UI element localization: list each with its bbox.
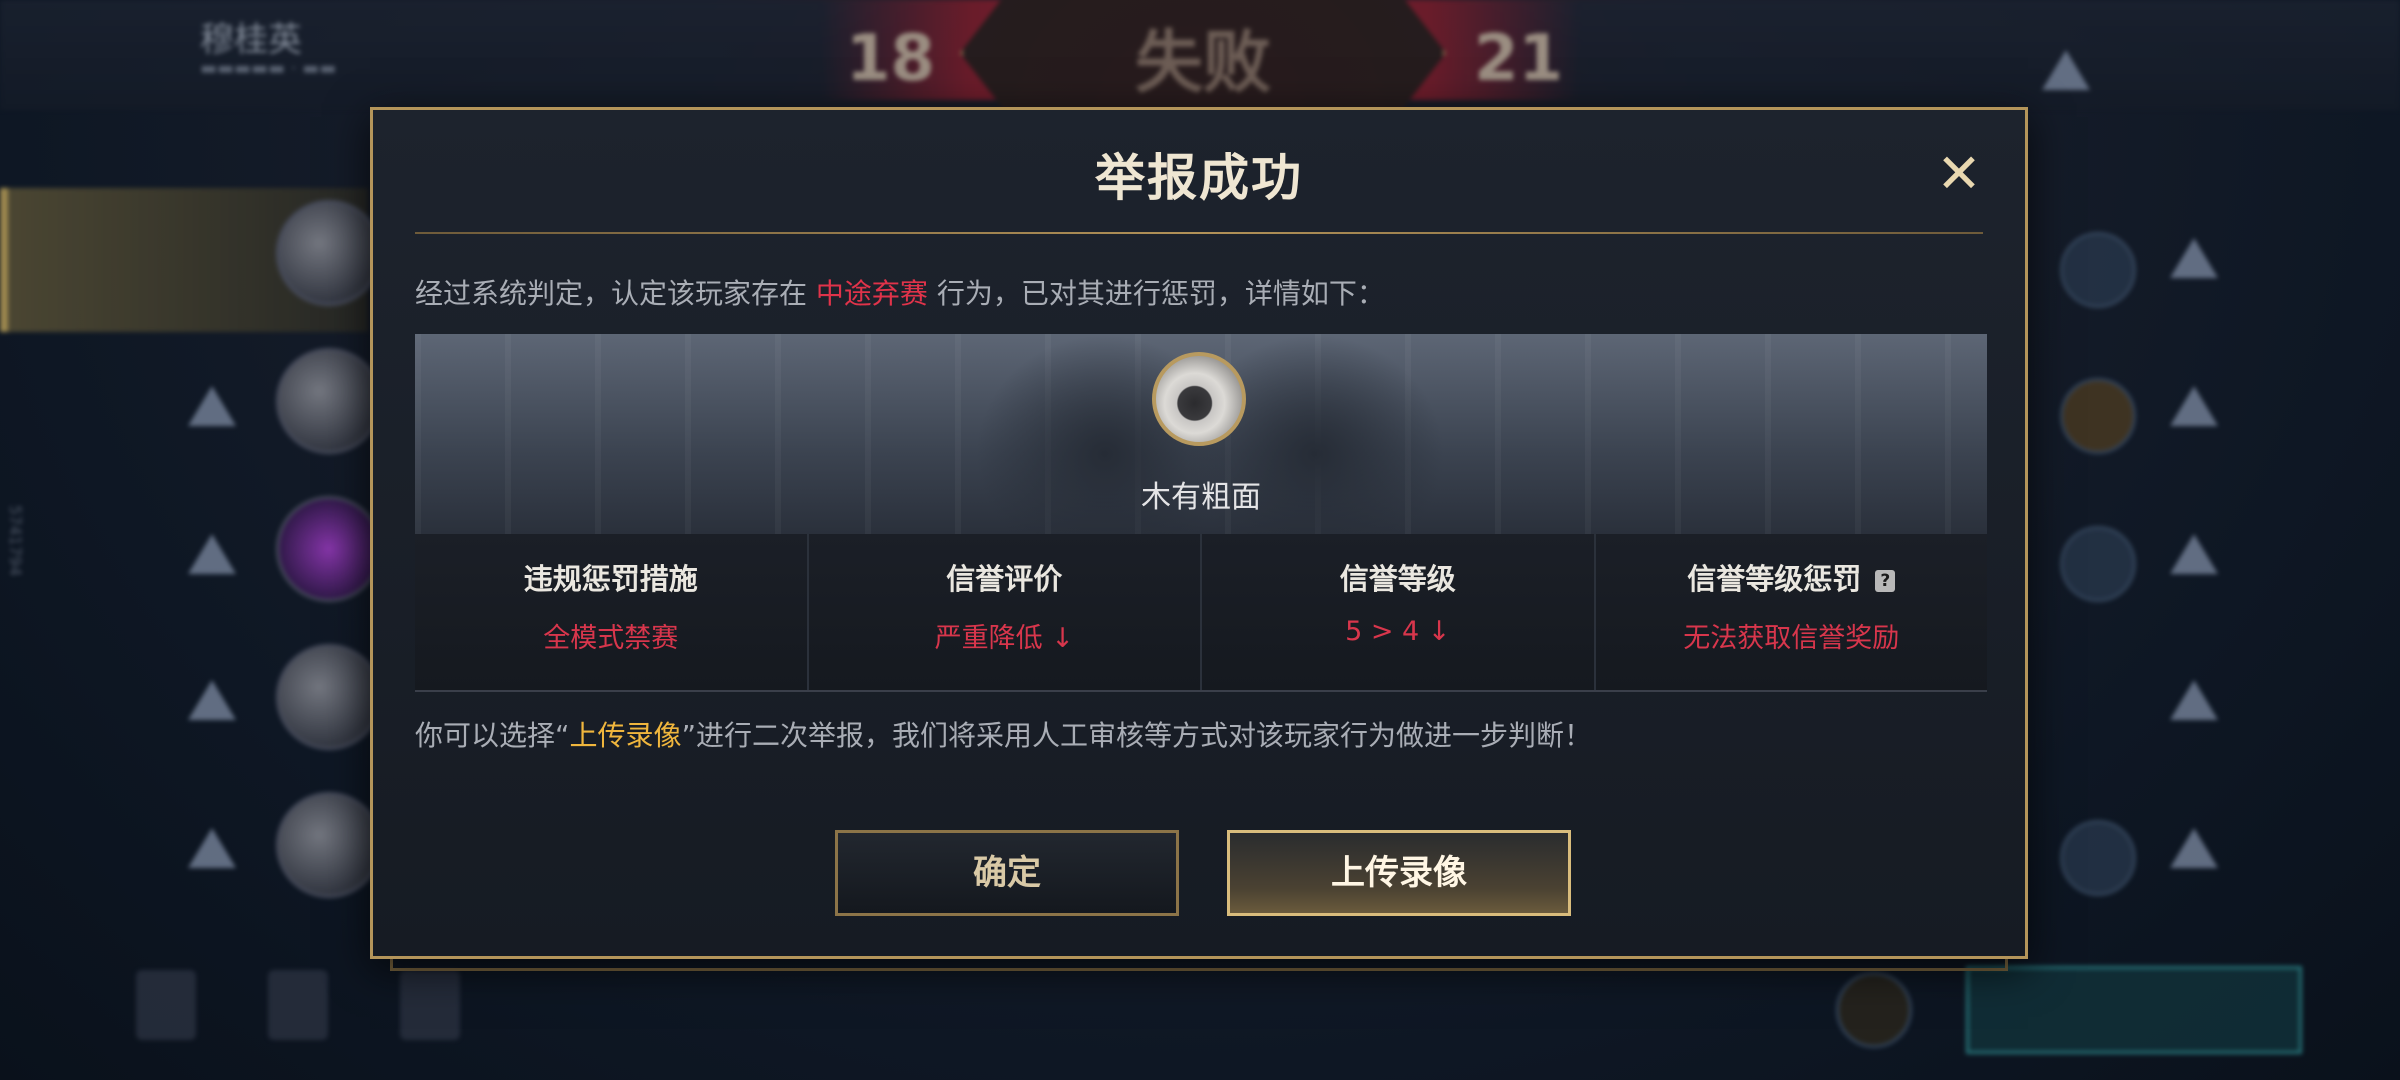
penalty-stats: 违规惩罚措施 全模式禁赛 信誉评价 严重降低 ↓ 信誉等级 5 > 4 ↓ 信誉… — [415, 534, 1987, 692]
background-badge-icon — [2060, 820, 2136, 896]
background-badge-icon — [2060, 232, 2136, 308]
verdict-violation: 中途弃赛 — [815, 277, 928, 310]
background-result-text: 失败 — [1134, 24, 1271, 103]
background-triangle-icon — [188, 680, 236, 720]
background-stats-icon — [136, 970, 196, 1040]
background-avatar — [276, 496, 382, 602]
background-triangle-icon — [188, 534, 236, 574]
hint-text: 你可以选择“上传录像”进行二次举报，我们将采用人工审核等方式对该玩家行为做进一步… — [415, 714, 1592, 754]
background-triangle-icon — [188, 828, 236, 868]
background-result-badge: 失败 — [960, 0, 1446, 116]
stat-value: 严重降低 ↓ — [934, 623, 1074, 654]
close-icon[interactable]: ✕ — [1933, 147, 1985, 201]
background-triangle-icon — [2170, 680, 2218, 720]
stat-label: 信誉等级惩罚 — [1687, 562, 1862, 596]
penalty-panel: 木有粗面 违规惩罚措施 全模式禁赛 信誉评价 严重降低 ↓ 信誉等级 5 > 4… — [415, 334, 1987, 692]
reported-player-avatar — [1152, 352, 1246, 446]
stat-credit-level-penalty: 信誉等级惩罚? 无法获取信誉奖励 — [1593, 534, 1988, 690]
hint-suffix: ”进行二次举报，我们将采用人工审核等方式对该玩家行为做进一步判断！ — [681, 719, 1593, 752]
stat-penalty-measure: 违规惩罚措施 全模式禁赛 — [415, 534, 807, 690]
background-play-again-button — [1966, 966, 2302, 1054]
background-player-name: 穆桂英 — [200, 20, 302, 60]
stat-value: 无法获取信誉奖励 — [1683, 623, 1900, 654]
background-triangle-icon — [2170, 534, 2218, 574]
background-chart-icon — [268, 970, 328, 1040]
stat-label: 信誉评价 — [946, 562, 1063, 596]
dialog-title: 举报成功 — [1095, 149, 1303, 207]
background-score-right: 21 — [1474, 22, 1564, 96]
background-list-icon — [400, 970, 460, 1040]
hint-prefix: 你可以选择“ — [415, 719, 570, 752]
background-avatar — [276, 792, 382, 898]
background-avatar — [276, 200, 382, 306]
stat-label: 信誉等级 — [1339, 562, 1456, 596]
report-success-dialog: 举报成功 ✕ 经过系统判定，认定该玩家存在 中途弃赛 行为，已对其进行惩罚，详情… — [370, 107, 2028, 959]
verdict-suffix: 行为，已对其进行惩罚，详情如下： — [927, 277, 1385, 310]
background-side-id: 5741794 — [6, 505, 25, 577]
stat-label: 违规惩罚措施 — [523, 562, 698, 596]
stat-credit-level: 信誉等级 5 > 4 ↓ — [1200, 534, 1594, 690]
background-player-sub: ▬▬▬▬▬ · ▬▬ — [200, 58, 337, 79]
background-triangle-icon — [2170, 238, 2218, 278]
background-triangle-icon — [188, 386, 236, 426]
confirm-button[interactable]: 确定 — [835, 830, 1179, 916]
background-triangle-icon — [2170, 828, 2218, 868]
background-badge-icon — [2060, 378, 2136, 454]
background-score-left: 18 — [846, 22, 936, 96]
verdict-text: 经过系统判定，认定该玩家存在 中途弃赛 行为，已对其进行惩罚，详情如下： — [415, 272, 1385, 312]
background-badge-icon — [2060, 526, 2136, 602]
background-triangle-icon — [2042, 50, 2090, 90]
stat-value: 全模式禁赛 — [543, 623, 679, 654]
dialog-bottom-edge — [390, 959, 2008, 971]
upload-replay-button[interactable]: 上传录像 — [1227, 830, 1571, 916]
help-icon[interactable]: ? — [1875, 570, 1896, 592]
stat-credit-rating: 信誉评价 严重降低 ↓ — [806, 534, 1200, 690]
hint-upload-highlight: 上传录像 — [569, 719, 682, 752]
verdict-prefix: 经过系统判定，认定该玩家存在 — [415, 277, 816, 310]
background-avatar — [276, 348, 382, 454]
stat-value: 5 > 4 ↓ — [1345, 616, 1451, 647]
background-badge-icon — [1836, 972, 1912, 1048]
reported-player-name: 木有粗面 — [1141, 480, 1261, 515]
title-divider — [415, 232, 1983, 234]
background-avatar — [276, 644, 382, 750]
stat-label-row: 信誉等级惩罚? — [1596, 556, 1988, 598]
background-triangle-icon — [2170, 386, 2218, 426]
